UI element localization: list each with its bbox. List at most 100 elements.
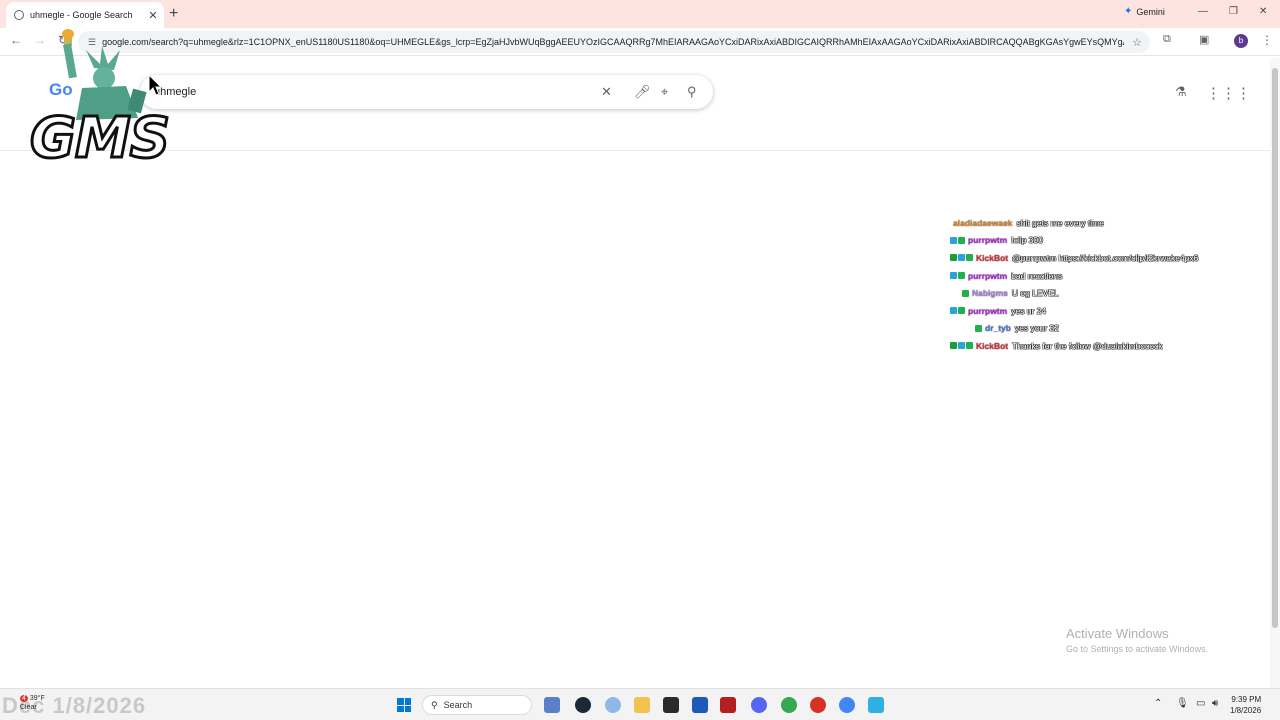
taskbar-search[interactable]: ⚲ Search <box>422 695 532 715</box>
bookmark-star-icon[interactable]: ☆ <box>1132 36 1142 49</box>
tab-close-icon[interactable]: ✕ <box>146 9 160 22</box>
chat-message: purrpwtm bad reactions <box>950 267 1250 285</box>
tab-strip: uhmegle - Google Search ✕ + ✦ Gemini — ❐… <box>0 0 1280 28</box>
gemini-label: Gemini <box>1136 6 1165 17</box>
chat-message: purrpwtm !clip 300 <box>950 232 1250 250</box>
voice-search-icon[interactable]: 🎤︎ <box>634 84 651 100</box>
search-submit-icon[interactable]: ⚲ <box>687 84 697 100</box>
windows-taskbar: Dec 1/8/2026 4 39°F Clear ⚲ Search ⌃ 🎙︎ … <box>0 688 1280 720</box>
discord-icon[interactable] <box>751 697 767 713</box>
chat-badge-icon <box>958 272 965 280</box>
taskbar-app-red-icon[interactable] <box>720 697 736 713</box>
taskbar-app-game-icon[interactable] <box>544 697 560 713</box>
chat-badge-icon <box>950 272 957 280</box>
weather-widget[interactable]: 4 39°F Clear <box>20 694 45 712</box>
chat-message-text: @purrpwtm https://kickbot.com/clip/i2krw… <box>1012 252 1199 263</box>
taskbar-app-active-icon[interactable] <box>868 697 884 713</box>
tray-chevron-icon[interactable]: ⌃ <box>1154 698 1162 709</box>
chat-badges <box>962 289 969 297</box>
gemini-spark-icon: ✦ <box>1124 6 1133 17</box>
search-icon: ⚲ <box>431 699 438 710</box>
restore-icon[interactable]: ❐ <box>1229 6 1238 17</box>
steam-icon[interactable] <box>575 697 591 713</box>
page-scrollbar[interactable] <box>1270 58 1280 688</box>
chat-message: KickBot @purrpwtm https://kickbot.com/cli… <box>950 249 1250 267</box>
taskbar-app-blue-icon[interactable] <box>692 697 708 713</box>
stream-chat-overlay: aladiadaewaek shit gets me every time purr… <box>950 214 1250 355</box>
scrollbar-thumb[interactable] <box>1272 68 1278 628</box>
chat-message-text: shit gets me every time <box>1016 217 1104 228</box>
activate-title: Activate Windows <box>1066 626 1169 641</box>
activate-windows-watermark: Activate Windows Go to Settings to activ… <box>1066 626 1208 654</box>
browser-toolbar: ← → ↻ ☰ google.com/search?q=uhmegle&rlz=… <box>0 28 1280 56</box>
taskbar-app-record-icon[interactable] <box>810 697 826 713</box>
taskbar-app-globe-icon[interactable] <box>605 697 621 713</box>
chat-message: purrpwtm yes ur 24 <box>950 302 1250 320</box>
menu-kebab-icon[interactable]: ⋮ <box>1261 33 1273 47</box>
back-arrow-icon[interactable]: ← <box>10 33 22 47</box>
chat-username: dr_tyb <box>985 323 1011 334</box>
mouse-cursor-icon <box>148 74 162 96</box>
stream-overlay-logo: GMS <box>26 28 188 184</box>
activate-subtitle: Go to Settings to activate Windows. <box>1066 644 1209 654</box>
weather-temp: 39°F <box>29 695 45 702</box>
minimize-icon[interactable]: — <box>1198 6 1208 17</box>
profile-avatar[interactable]: b <box>1234 34 1248 48</box>
chrome-icon[interactable] <box>781 697 797 713</box>
clear-search-icon[interactable]: ✕ <box>601 84 612 100</box>
taskbar-clock[interactable]: 9:39 PM 1/8/2026 <box>1230 694 1261 716</box>
windows-start-icon[interactable] <box>397 698 411 712</box>
clock-date: 1/8/2026 <box>1230 706 1262 715</box>
chat-badge-icon <box>950 307 957 315</box>
search-box[interactable]: uhmegle ✕ 🎤︎ ⌖ ⚲ <box>140 75 713 109</box>
browser-tab[interactable]: uhmegle - Google Search ✕ <box>6 2 164 28</box>
chat-badges <box>950 236 965 244</box>
chat-badge-icon <box>958 236 965 244</box>
chat-badge-icon <box>975 324 982 332</box>
chat-username: aladiadaewaek <box>953 217 1013 228</box>
header-divider <box>0 150 1270 151</box>
weather-badge: 4 <box>20 695 28 702</box>
labs-flask-icon[interactable]: ⚗ <box>1175 84 1187 100</box>
side-panel-icon[interactable]: ▣ <box>1199 33 1209 46</box>
chat-message-text: !clip 300 <box>1011 235 1043 246</box>
chat-username: KickBot <box>976 340 1009 351</box>
network-icon[interactable]: ▭ <box>1196 698 1205 709</box>
gemini-button[interactable]: ✦ Gemini <box>1124 6 1165 17</box>
close-window-icon[interactable]: ✕ <box>1259 6 1267 17</box>
google-favicon-icon <box>14 10 24 20</box>
chrome-profile-icon[interactable] <box>839 697 855 713</box>
chat-badge-icon <box>966 342 973 350</box>
microphone-tray-icon[interactable]: 🎙︎ <box>1176 698 1189 709</box>
weather-condition: Clear <box>20 704 37 711</box>
chat-message-text: bad reactions <box>1011 270 1063 281</box>
epic-games-icon[interactable] <box>663 697 679 713</box>
extensions-icon[interactable]: ⧉ <box>1163 33 1171 46</box>
new-tab-button[interactable]: + <box>169 5 178 23</box>
chat-badges <box>950 254 973 262</box>
chat-username: Nabigms <box>972 288 1008 299</box>
chat-badges <box>950 307 965 315</box>
chat-message-text: U og LEVEL <box>1011 288 1059 299</box>
apps-grid-icon[interactable]: ⋮⋮⋮ <box>1206 84 1251 102</box>
chat-username: purrpwtm <box>968 235 1008 246</box>
address-bar[interactable]: ☰ google.com/search?q=uhmegle&rlz=1C1OPN… <box>78 31 1150 53</box>
chat-badge-icon <box>962 289 969 297</box>
chat-badge-icon <box>950 254 957 262</box>
chat-message: Nabigms U og LEVEL <box>950 284 1250 302</box>
file-explorer-icon[interactable] <box>634 697 650 713</box>
gms-logo-text: GMS <box>28 105 171 173</box>
chat-badge-icon <box>958 254 965 262</box>
lens-search-icon[interactable]: ⌖ <box>661 84 668 100</box>
clock-time: 9:39 PM <box>1231 695 1262 704</box>
volume-icon[interactable]: 🔊︎ <box>1212 698 1218 709</box>
chat-badge-icon <box>966 254 973 262</box>
chat-message: aladiadaewaek shit gets me every time <box>950 214 1250 232</box>
chat-username: purrpwtm <box>968 305 1008 316</box>
chat-message-text: yes your 32 <box>1014 323 1059 334</box>
chat-username: purrpwtm <box>968 270 1008 281</box>
url-text[interactable]: google.com/search?q=uhmegle&rlz=1C1OPNX_… <box>102 37 1124 47</box>
chat-message: KickBot Thanks for the follow @dualakimbo… <box>950 337 1250 355</box>
chat-badge-icon <box>958 342 965 350</box>
chat-badges <box>975 324 982 332</box>
